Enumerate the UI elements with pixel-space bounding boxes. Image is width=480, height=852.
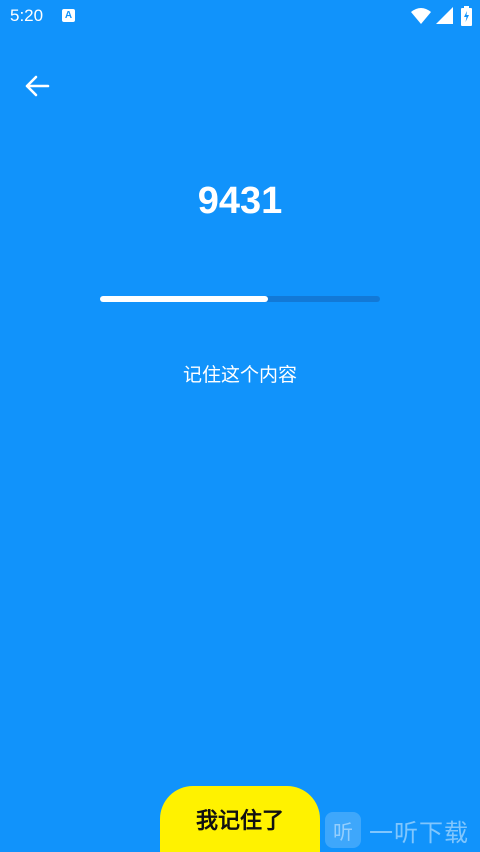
arrow-left-icon xyxy=(25,75,50,97)
signal-icon xyxy=(436,7,453,24)
back-button[interactable] xyxy=(17,66,57,106)
status-bar: 5:20 A xyxy=(0,0,480,34)
instruction-text: 记住这个内容 xyxy=(182,364,297,386)
progress-fill xyxy=(100,296,268,302)
progress-bar xyxy=(100,296,380,302)
memory-number: 9431 xyxy=(197,180,283,222)
battery-icon xyxy=(461,6,472,26)
watermark-text: 一听下载 xyxy=(369,818,469,847)
watermark-logo: 听 xyxy=(325,812,361,848)
status-time: 5:20 xyxy=(10,6,44,25)
wifi-icon xyxy=(411,8,431,24)
watermark: 听 一听下载 xyxy=(325,808,469,852)
remembered-button[interactable]: 我记住了 xyxy=(160,786,320,852)
notification-a-icon: A xyxy=(62,9,75,22)
